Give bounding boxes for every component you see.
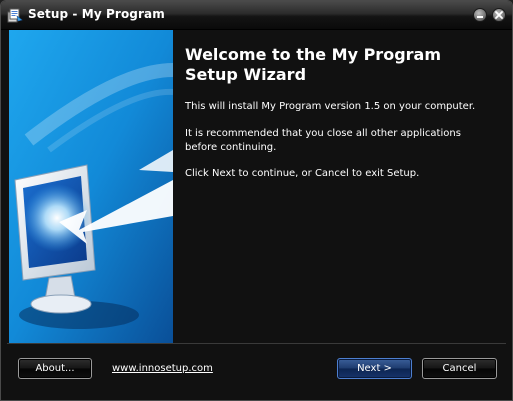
- minimize-button[interactable]: [473, 8, 487, 22]
- about-button[interactable]: About...: [18, 358, 92, 379]
- footer-divider: [7, 343, 506, 344]
- innosetup-link[interactable]: www.innosetup.com: [112, 363, 213, 374]
- wizard-client-area: Welcome to the My Program Setup Wizard T…: [7, 30, 506, 394]
- installer-icon: [7, 7, 23, 23]
- cancel-button[interactable]: Cancel: [422, 358, 497, 379]
- close-button[interactable]: [492, 8, 506, 22]
- setup-window: Setup - My Program Welcome to the My Pro…: [0, 0, 513, 401]
- install-info-text: This will install My Program version 1.5…: [185, 101, 476, 112]
- close-icon: [495, 11, 503, 19]
- recommendation-text: It is recommended that you close all oth…: [185, 128, 461, 153]
- welcome-heading: Welcome to the My Program Setup Wizard: [185, 45, 441, 84]
- next-button[interactable]: Next >: [337, 358, 412, 379]
- title-bar[interactable]: Setup - My Program: [1, 1, 512, 30]
- window-title: Setup - My Program: [28, 7, 165, 21]
- monitor-with-arrow-illustration: [9, 30, 173, 343]
- minimize-icon: [477, 16, 483, 18]
- instruction-text: Click Next to continue, or Cancel to exi…: [185, 168, 420, 179]
- wizard-banner-image: [9, 30, 173, 343]
